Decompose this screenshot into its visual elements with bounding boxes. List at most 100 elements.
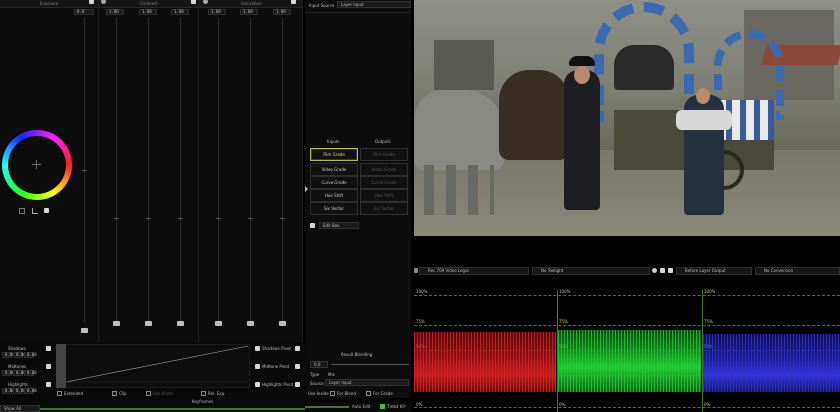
shadows-field-2[interactable]: 0.00 [13, 352, 26, 358]
status-suffix: KFr [399, 404, 406, 409]
highlights-pivot-icon[interactable] [255, 382, 260, 387]
highlights-label: Highlights [8, 382, 29, 387]
highlights-field-2[interactable]: 0.00 [13, 388, 26, 394]
status-checkbox[interactable] [380, 404, 385, 409]
scope-waveform-red [414, 332, 556, 392]
saturation-field-2[interactable]: 1.00 [240, 9, 258, 15]
midtones-field-2[interactable]: 0.00 [13, 370, 26, 376]
input-six-vector[interactable]: Six Vector [310, 202, 358, 215]
show-all-dropdown[interactable]: Show All [0, 405, 40, 412]
scope-conversion-dropdown[interactable]: No Conversion [755, 267, 840, 275]
midtone-pivot-menu-icon[interactable] [295, 364, 300, 369]
clip-checkbox[interactable] [112, 391, 117, 396]
curve-icon[interactable] [32, 208, 38, 214]
highlights-field-1[interactable]: 0.00 [2, 388, 15, 394]
viewer-person-2-face [696, 88, 710, 104]
highlights-menu-icon[interactable] [46, 382, 51, 387]
saturation-slider-1[interactable] [218, 18, 219, 323]
input-curve-grade[interactable]: Curve Grade [310, 176, 358, 189]
input-film-grade[interactable]: Film Grade [310, 148, 358, 161]
highlights-pivot-menu-icon[interactable] [295, 382, 300, 387]
use-inside-label: Use Inside [308, 391, 329, 396]
contrast-knob-3[interactable] [177, 321, 184, 326]
scope-output-dropdown[interactable]: Before Layer Output [676, 267, 752, 275]
midtones-field-1[interactable]: 0.00 [2, 370, 15, 376]
contrast-field-1[interactable]: 1.00 [106, 9, 124, 15]
type-value[interactable]: Mix [328, 372, 335, 377]
shadows-field-3[interactable]: 0.00 [24, 352, 37, 358]
source-dropdown[interactable]: Layer Input [325, 379, 409, 386]
midtones-field-3[interactable]: 0.00 [24, 370, 37, 376]
contrast-menu-icon[interactable] [191, 0, 196, 4]
scope-level-100-red: 100% [416, 289, 428, 294]
contrast-field-3[interactable]: 1.00 [171, 9, 189, 15]
picker-icon[interactable] [19, 208, 25, 214]
shadows-field-1[interactable]: 0.00 [2, 352, 15, 358]
midtones-menu-icon[interactable] [46, 364, 51, 369]
copy-icon[interactable] [660, 268, 665, 273]
contrast-slider-3[interactable] [180, 18, 181, 323]
output-curve-grade[interactable]: Curve Grade [360, 176, 408, 189]
scope-legal-dropdown[interactable]: Rec.709 Video Legal [419, 267, 529, 275]
shadows-pivot-menu-icon[interactable] [295, 346, 300, 351]
midtone-pivot-icon[interactable] [255, 364, 260, 369]
divider [198, 0, 199, 342]
edit-box-icon[interactable] [310, 223, 315, 228]
color-wheel[interactable] [2, 130, 72, 200]
output-film-grade[interactable]: Film Grade [360, 148, 408, 161]
shadows-pivot-icon[interactable] [255, 346, 260, 351]
exposure-field[interactable]: 0.0 [74, 9, 94, 15]
for-blend-checkbox[interactable] [330, 391, 335, 396]
exposure-header-label: Exposure [39, 1, 59, 6]
input-hue-shift[interactable]: Hue Shift [310, 189, 358, 202]
input-source-field[interactable]: Layer Input [337, 1, 411, 8]
edit-box-field[interactable]: Edit Box [319, 222, 359, 229]
layers-icon[interactable] [668, 268, 673, 273]
timeline-bar[interactable] [40, 408, 305, 410]
exposure-knob[interactable] [81, 328, 88, 333]
saturation-field-1[interactable]: 1.00 [208, 9, 226, 15]
extended-checkbox[interactable] [57, 391, 62, 396]
scope-source-icon[interactable] [414, 268, 418, 273]
saturation-knob-2[interactable] [247, 321, 254, 326]
saturation-knob-3[interactable] [279, 321, 286, 326]
saturation-header-label: Saturation [240, 1, 262, 6]
blend-slider[interactable] [331, 364, 409, 365]
scope-waveform-blue [703, 334, 840, 392]
refresh-icon[interactable] [652, 268, 657, 273]
output-video-grade[interactable]: Video Grade [360, 163, 408, 176]
input-video-grade[interactable]: Video Grade [310, 163, 358, 176]
output-six-vector[interactable]: Six Vector [360, 202, 408, 215]
highlights-field-3[interactable]: 0.00 [24, 388, 37, 394]
exposure-slider-tick [82, 170, 87, 171]
expand-arrow-icon[interactable] [305, 186, 308, 192]
saturation-menu-icon[interactable] [291, 0, 296, 4]
blend-value-field[interactable]: 0.0 [310, 361, 328, 368]
exposure-menu-icon[interactable] [89, 0, 94, 4]
contrast-field-2[interactable]: 1.00 [139, 9, 157, 15]
timeline-bar[interactable] [305, 406, 349, 408]
scope-toelight-dropdown[interactable]: No Toelight [532, 267, 650, 275]
contrast-slider-2[interactable] [148, 18, 149, 323]
contrast-knob-1[interactable] [113, 321, 120, 326]
saturation-field-3[interactable]: 1.00 [273, 9, 291, 15]
saturation-slider-3[interactable] [282, 18, 283, 323]
saturation-slider-tick [248, 218, 253, 219]
scope-guide-0 [414, 407, 840, 408]
output-hue-shift[interactable]: Hue Shift [360, 189, 408, 202]
saturation-knob-1[interactable] [215, 321, 222, 326]
viewer-riders [614, 45, 674, 90]
contrast-slider-1[interactable] [116, 18, 117, 323]
contrast-knob-2[interactable] [145, 321, 152, 326]
tone-curve-graph[interactable] [56, 344, 250, 388]
rel-exp-checkbox[interactable] [201, 391, 206, 396]
shadows-label: Shadows [8, 346, 26, 351]
shadows-menu-icon[interactable] [46, 346, 51, 351]
use-knots-checkbox[interactable] [146, 391, 151, 396]
saturation-slider-2[interactable] [250, 18, 251, 323]
square-icon[interactable] [44, 208, 49, 213]
for-grade-checkbox[interactable] [366, 391, 371, 396]
extended-label: Extended [64, 391, 83, 396]
viewer[interactable] [414, 0, 840, 236]
result-blending-label: Result Blending [341, 352, 373, 357]
